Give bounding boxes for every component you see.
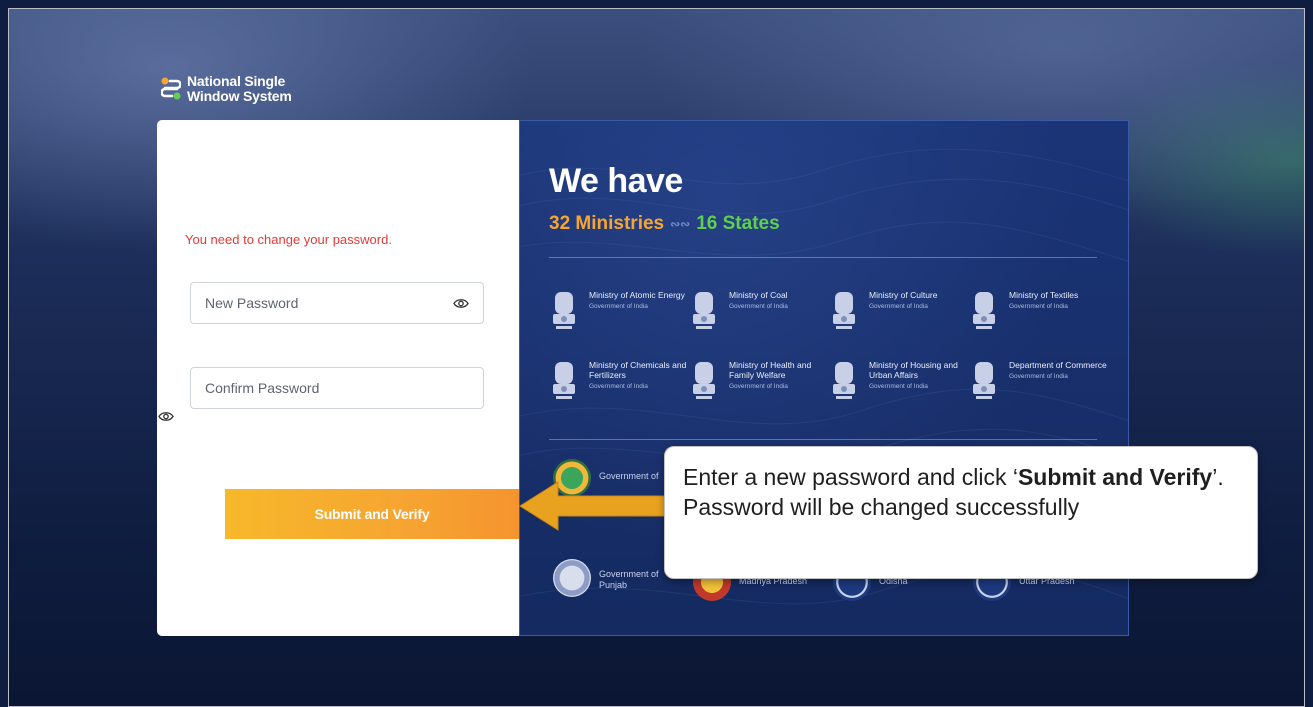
ministry-card: Ministry of Housing and Urban Affairs Gov… [829,354,969,412]
ministry-sub: Government of India [869,303,928,310]
confirm-password-input[interactable]: Confirm Password [190,367,484,409]
tutorial-callout: Enter a new password and click ‘Submit a… [664,446,1258,579]
ashoka-emblem-icon [833,362,855,399]
pointer-arrow-icon [519,481,678,531]
ministry-sub: Government of India [729,383,788,390]
we-have-heading: We have [549,162,683,200]
new-password-placeholder: New Password [205,295,299,311]
login-card: You need to change your password. New Pa… [157,120,519,636]
state-label: Government of Punjab [599,569,659,590]
squiggle-icon: ∾∾ [670,217,691,231]
ministry-name: Department of Commerce [1009,360,1107,370]
confirm-password-placeholder: Confirm Password [205,380,320,396]
ministry-name: Ministry of Coal [729,290,788,300]
callout-text-bold: Submit and Verify [1017,464,1213,490]
show-password-eye-icon[interactable] [453,298,469,309]
divider-top [549,257,1097,258]
logo-line-1: National Single [187,73,286,89]
ministry-name: Ministry of Chemicals and Fertilizers [589,360,687,380]
ministry-sub: Government of India [729,303,788,310]
state-seal-icon [553,559,591,597]
ashoka-emblem-icon [973,292,995,329]
ministry-card: Ministry of Health and Family Welfare Gov… [689,354,829,412]
ministries-count: 32 Ministries [549,213,665,234]
ministry-card: Ministry of Chemicals and Fertilizers Gov… [549,354,689,412]
ministry-sub: Government of India [589,303,648,310]
password-change-warning: You need to change your password. [185,232,392,247]
ministry-name: Ministry of Culture [869,290,938,300]
counts-line: 32 Ministries ∾∾ 16 States [549,213,780,235]
ashoka-emblem-icon [693,292,715,329]
ashoka-emblem-icon [973,362,995,399]
ashoka-emblem-icon [553,292,575,329]
ministry-name: Ministry of Textiles [1009,290,1079,300]
ministry-name: Ministry of Housing and Urban Affairs [869,360,958,380]
ashoka-emblem-icon [693,362,715,399]
nsws-logo-icon [160,76,182,102]
ministry-card: Ministry of Coal Government of India [689,284,829,342]
page-frame: National Single Window System You need t… [8,8,1305,707]
show-confirm-password-eye-icon[interactable] [158,411,174,422]
nsws-logo[interactable]: National Single Window System [160,74,292,104]
states-count: 16 States [696,213,780,234]
logo-line-2: Window System [187,88,292,104]
ministry-sub: Government of India [1009,373,1068,380]
ministry-card: Department of Commerce Government of Indi… [969,354,1109,412]
ministry-name: Ministry of Atomic Energy [589,290,685,300]
ashoka-emblem-icon [553,362,575,399]
ministry-card: Ministry of Atomic Energy Government of I… [549,284,689,342]
logo-text: National Single Window System [187,74,292,104]
ministry-sub: Government of India [869,383,928,390]
callout-text-pre: Enter a new password and click ‘ [683,464,1018,490]
ministry-name: Ministry of Health and Family Welfare [729,360,812,380]
ministry-sub: Government of India [589,383,648,390]
new-password-input[interactable]: New Password [190,282,484,324]
ministry-card: Ministry of Culture Government of India [829,284,969,342]
ashoka-emblem-icon [833,292,855,329]
ministry-card: Ministry of Textiles Government of India [969,284,1109,342]
submit-and-verify-button[interactable]: Submit and Verify [225,489,519,539]
divider-bottom [549,439,1097,440]
ministry-sub: Government of India [1009,303,1068,310]
